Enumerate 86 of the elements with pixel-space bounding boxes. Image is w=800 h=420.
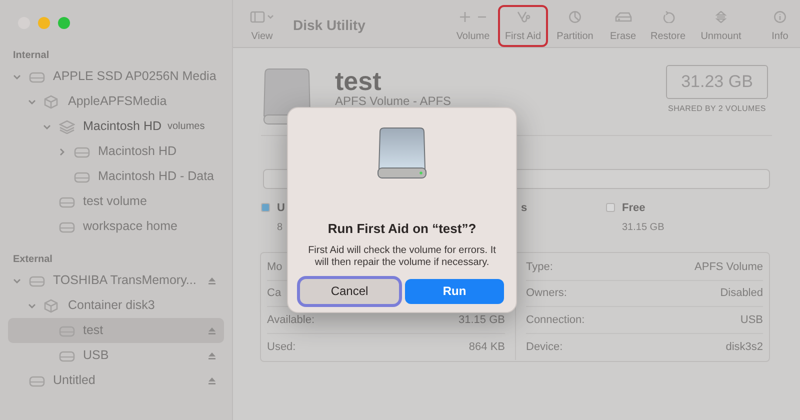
legend-label: U bbox=[277, 201, 285, 215]
drive-icon bbox=[29, 374, 45, 386]
item-label: test volume bbox=[83, 193, 147, 210]
detail-label: Mo bbox=[267, 260, 282, 274]
sidebar-item[interactable]: Macintosh HD - Data bbox=[8, 164, 224, 189]
cube-icon bbox=[44, 298, 58, 312]
drive-icon bbox=[263, 68, 311, 126]
legend-value: 31.15 GB bbox=[622, 221, 664, 235]
dialog-message: First Aid will check the volume for errors. It will then repair the volume if necessary. bbox=[307, 244, 497, 270]
dialog-title: Run First Aid on “test”? bbox=[328, 220, 476, 238]
sidebar-icon bbox=[250, 11, 274, 23]
detail-value: disk3s2 bbox=[726, 340, 763, 354]
drive-icon bbox=[614, 11, 632, 23]
sidebar-item[interactable]: Macintosh HD bbox=[8, 139, 224, 164]
minimize-button[interactable] bbox=[38, 17, 50, 29]
zoom-button[interactable] bbox=[58, 17, 70, 29]
item-label: APPLE SSD AP0256N Media bbox=[53, 68, 216, 86]
pie-chart-icon bbox=[568, 11, 582, 23]
sidebar-item[interactable]: TOSHIBA TransMemory... bbox=[8, 268, 224, 293]
item-label: Macintosh HD bbox=[98, 143, 176, 160]
drive-icon bbox=[59, 220, 75, 232]
item-label: test bbox=[83, 322, 104, 340]
sidebar-item[interactable]: test volume bbox=[8, 189, 224, 214]
legend-label: s bbox=[521, 201, 528, 215]
drive-icon bbox=[74, 170, 90, 182]
item-label: Untitled bbox=[53, 372, 96, 390]
sidebar-item[interactable]: USB bbox=[8, 343, 224, 368]
toolbar-button[interactable]: Info bbox=[760, 5, 800, 47]
cancel-button[interactable]: Cancel bbox=[300, 278, 399, 304]
detail-value: 31.15 GB bbox=[458, 312, 505, 328]
detail-value: USB bbox=[740, 312, 763, 328]
legend-value: 8 bbox=[277, 221, 284, 235]
item-label: workspace home bbox=[83, 218, 178, 236]
toolbar-button[interactable]: Volume bbox=[448, 5, 498, 47]
drive-icon bbox=[74, 146, 90, 158]
run-button[interactable]: Run bbox=[405, 278, 504, 304]
toolbar-button[interactable]: Erase bbox=[602, 5, 644, 47]
drive-icon bbox=[29, 274, 45, 286]
detail-label: Connection: bbox=[526, 312, 585, 328]
drive-icon bbox=[59, 350, 75, 362]
layers-icon bbox=[59, 120, 75, 134]
legend-label: Free bbox=[622, 201, 646, 215]
toolbar-button[interactable]: Restore bbox=[644, 5, 692, 47]
section-title: Internal bbox=[12, 49, 50, 63]
sidebar-item[interactable]: Macintosh HD volumes bbox=[8, 114, 224, 139]
detail-label: Device: bbox=[526, 340, 563, 354]
sidebar-item[interactable]: Untitled bbox=[8, 368, 224, 393]
toolbar-button[interactable]: First Aid bbox=[498, 5, 548, 47]
item-label: USB bbox=[83, 347, 109, 364]
section-title: External bbox=[12, 253, 54, 267]
drive-icon bbox=[29, 70, 45, 82]
detail-label: Available: bbox=[267, 312, 314, 328]
detail-label: Ca bbox=[267, 286, 282, 301]
sidebar-item[interactable]: Container disk3 bbox=[8, 293, 224, 318]
toolbar-button[interactable]: Partition bbox=[548, 5, 602, 47]
detail-value: 864 KB bbox=[468, 340, 505, 354]
info-icon bbox=[773, 11, 787, 23]
eject-icon bbox=[714, 11, 728, 23]
detail-label: Used: bbox=[267, 340, 296, 354]
capacity-note: SHARED BY 2 VOLUMES bbox=[668, 103, 766, 115]
sidebar-item[interactable]: test bbox=[8, 318, 224, 343]
toolbar-button[interactable]: Unmount bbox=[692, 5, 750, 47]
detail-value: APFS Volume bbox=[694, 260, 763, 274]
volume-name: test bbox=[335, 68, 382, 95]
cube-icon bbox=[44, 94, 58, 108]
item-label: Container disk3 bbox=[68, 297, 155, 314]
drive-icon bbox=[59, 196, 75, 208]
view-label: View bbox=[251, 30, 273, 44]
rotate-arrow-icon bbox=[661, 11, 675, 23]
stethoscope-icon bbox=[515, 11, 531, 23]
detail-value: Disabled bbox=[720, 286, 763, 301]
sidebar-item[interactable]: AppleAPFSMedia bbox=[8, 89, 224, 114]
drive-icon bbox=[377, 127, 427, 179]
sidebar-item[interactable]: workspace home bbox=[8, 214, 224, 239]
detail-label: Owners: bbox=[526, 286, 567, 301]
volume-subtitle: APFS Volume - APFS bbox=[335, 95, 452, 108]
item-label: AppleAPFSMedia bbox=[68, 93, 167, 110]
view-button[interactable]: View bbox=[247, 11, 277, 44]
plus-minus-icon bbox=[457, 11, 489, 23]
item-label: TOSHIBA TransMemory... bbox=[53, 272, 196, 290]
item-label: Macintosh HD bbox=[83, 118, 162, 136]
detail-label: Type: bbox=[526, 260, 553, 274]
window-title: Disk Utility bbox=[293, 16, 366, 35]
sidebar-item[interactable]: APPLE SSD AP0256N Media bbox=[8, 64, 224, 89]
item-note: volumes bbox=[168, 120, 205, 134]
item-label: Macintosh HD - Data bbox=[98, 168, 214, 186]
